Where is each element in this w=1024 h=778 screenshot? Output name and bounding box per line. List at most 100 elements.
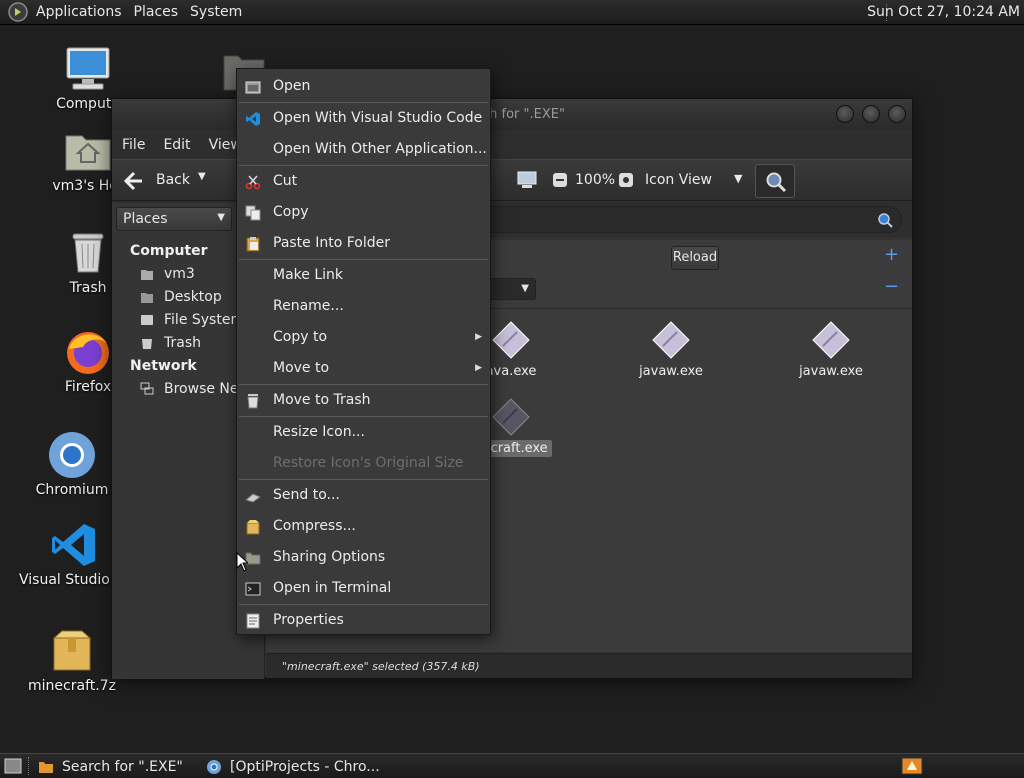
submenu-arrow-icon: ▶ [475, 332, 482, 342]
task-chromium-window[interactable]: [OptiProjects - Chro... [206, 756, 380, 777]
zoom-in-icon[interactable] [618, 172, 634, 188]
executable-icon [492, 398, 530, 436]
menu-item-move-to[interactable]: Move to ▶ [237, 353, 490, 384]
mouse-cursor-icon [236, 552, 248, 572]
paste-icon [246, 237, 260, 252]
chevron-down-icon: ▼ [521, 283, 529, 294]
clock[interactable]: Sun Oct 27, 10:24 AM [867, 0, 1020, 25]
search-button[interactable] [755, 164, 795, 198]
back-button[interactable]: Back [156, 172, 190, 188]
archive-icon [52, 630, 92, 671]
task-search-window[interactable]: Search for ".EXE" [38, 756, 183, 777]
context-menu: Open Open With Visual Studio Code Open W… [236, 68, 491, 635]
notification-icon[interactable] [901, 757, 923, 775]
file-manager-window[interactable]: ch for ".EXE" File Edit View Back ▼ 100%… [111, 98, 913, 679]
toolbar: Back ▼ 100% Icon View ▼ [112, 159, 912, 201]
menu-item-label: Open [273, 78, 311, 94]
taskbar: Search for ".EXE" [OptiProjects - Chro..… [0, 753, 1024, 778]
sidebar-heading-network: Network [130, 358, 197, 374]
task-label: [OptiProjects - Chro... [230, 758, 380, 775]
folder-search-icon [39, 761, 53, 773]
submenu-arrow-icon: ▶ [475, 363, 482, 373]
sidebar-item-trash[interactable]: Trash [140, 335, 201, 351]
search-icon[interactable] [877, 212, 893, 228]
edit-menu[interactable]: Edit [163, 137, 190, 153]
menu-item-sharing-options[interactable]: Sharing Options [237, 542, 490, 573]
menu-item-make-link[interactable]: Make Link [237, 260, 490, 291]
applications-menu[interactable]: Applications [30, 0, 128, 25]
menu-item-label: Sharing Options [273, 549, 386, 565]
close-button[interactable] [888, 105, 906, 123]
menu-item-paste-into-folder[interactable]: Paste Into Folder [237, 228, 490, 259]
menu-item-cut[interactable]: Cut [237, 166, 490, 197]
menu-item-move-to-trash[interactable]: Move to Trash [237, 385, 490, 416]
reload-button[interactable]: Reload [671, 246, 719, 270]
menu-item-open-with-other[interactable]: Open With Other Application... [237, 134, 490, 165]
back-dropdown-icon[interactable]: ▼ [198, 171, 206, 182]
menu-item-copy-to[interactable]: Copy to ▶ [237, 322, 490, 353]
sidebar-item-file-system[interactable]: File System [140, 312, 244, 328]
chromium-icon [49, 432, 95, 478]
desktop-folder-icon [141, 293, 153, 303]
menu-item-label: Paste Into Folder [273, 235, 391, 251]
remove-criterion-button[interactable]: − [884, 276, 899, 297]
file-item[interactable]: javaw.exe [616, 320, 726, 379]
menu-item-rename[interactable]: Rename... [237, 291, 490, 322]
menu-item-label: Cut [273, 173, 298, 189]
menu-item-send-to[interactable]: Send to... [237, 480, 490, 511]
menu-item-compress[interactable]: Compress... [237, 511, 490, 542]
menu-item-resize-icon[interactable]: Resize Icon... [237, 417, 490, 448]
menu-item-properties[interactable]: Properties [237, 605, 490, 636]
file-item[interactable]: javaw.exe [776, 320, 886, 379]
menu-item-label: Resize Icon... [273, 424, 365, 440]
menu-item-copy[interactable]: Copy [237, 197, 490, 228]
chevron-down-icon[interactable]: ▼ [734, 172, 742, 185]
minimize-button[interactable] [836, 105, 854, 123]
window-title: ch for ".EXE" [482, 107, 565, 122]
sidebar-item-desktop[interactable]: Desktop [140, 289, 222, 305]
trash-icon [72, 233, 104, 273]
send-icon [245, 493, 261, 503]
zoom-level: 100% [575, 172, 616, 188]
sidebar-item-vm3[interactable]: vm3 [140, 266, 195, 282]
vscode-icon [52, 524, 95, 566]
view-mode-select[interactable]: Icon View [645, 172, 712, 188]
drive-icon [141, 315, 153, 325]
firefox-icon [67, 332, 109, 374]
search-input[interactable] [472, 206, 902, 233]
menu-item-open[interactable]: Open [237, 71, 490, 102]
maximize-button[interactable] [862, 105, 880, 123]
desktop-icon-label: minecraft.7z [28, 678, 116, 694]
sidebar-item-label: Trash [164, 335, 201, 351]
search-icon [766, 172, 787, 193]
computer-icon [66, 47, 110, 90]
show-desktop-icon[interactable] [4, 758, 22, 774]
window-titlebar[interactable]: ch for ".EXE" [112, 99, 912, 130]
places-select[interactable]: Places ▼ [116, 207, 232, 231]
menu-item-open-in-terminal[interactable]: Open in Terminal [237, 573, 490, 604]
menu-item-label: Move to [273, 360, 330, 376]
chromium-icon [207, 759, 221, 774]
menu-item-open-with-vscode[interactable]: Open With Visual Studio Code [237, 103, 490, 134]
places-menu[interactable]: Places [128, 0, 185, 25]
vscode-icon [246, 112, 260, 126]
executable-icon [652, 321, 690, 359]
file-name: ava.exe [485, 364, 537, 379]
zoom-out-icon[interactable] [552, 172, 568, 188]
back-arrow-icon[interactable] [122, 170, 144, 192]
system-menu[interactable]: System [184, 0, 248, 25]
open-icon [245, 81, 261, 94]
places-label: Places [123, 211, 168, 227]
sidebar-item-label: vm3 [164, 266, 195, 282]
task-label: Search for ".EXE" [62, 758, 183, 775]
sidebar-item-label: Desktop [164, 289, 222, 305]
menu-item-label: Move to Trash [273, 392, 371, 408]
taskbar-separator [28, 757, 30, 775]
menu-item-label: Open With Other Application... [273, 141, 487, 157]
mint-logo-icon[interactable] [8, 2, 28, 22]
file-menu[interactable]: File [122, 137, 145, 153]
add-criterion-button[interactable]: + [884, 244, 899, 265]
properties-icon [246, 613, 260, 629]
computer-icon[interactable] [516, 170, 538, 190]
menu-item-restore-icon-size: Restore Icon's Original Size [237, 448, 490, 479]
